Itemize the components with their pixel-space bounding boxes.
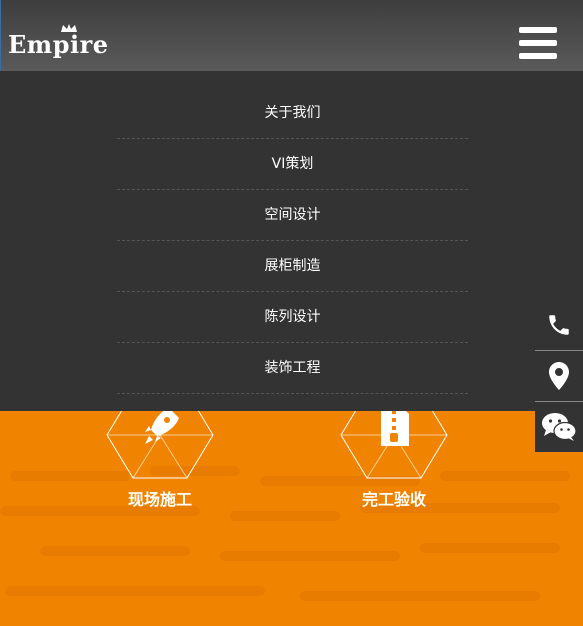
- crown-icon: [61, 24, 77, 32]
- zip-document-icon: [381, 406, 409, 446]
- logo-text: Empire: [8, 30, 109, 59]
- nav-item-space-design[interactable]: 空间设计: [117, 190, 468, 241]
- nav-item-cabinet-manufacturing[interactable]: 展柜制造: [117, 241, 468, 292]
- logo[interactable]: Empire: [8, 24, 109, 59]
- site-header: Empire: [0, 0, 583, 71]
- nav-item-display-design[interactable]: 陈列设计: [117, 292, 468, 343]
- hamburger-menu-icon[interactable]: [519, 27, 557, 59]
- wechat-button[interactable]: [535, 402, 583, 452]
- dropdown-nav-menu: 关于我们 VI策划 空间设计 展柜制造 陈列设计 装饰工程: [0, 71, 583, 411]
- feature-label: 完工验收: [361, 490, 426, 509]
- nav-item-vi-planning[interactable]: VI策划: [117, 139, 468, 190]
- wechat-icon: [542, 413, 577, 441]
- floating-contact-toolbar: [535, 300, 583, 452]
- phone-button[interactable]: [535, 300, 583, 351]
- location-button[interactable]: [535, 351, 583, 402]
- feature-label: 现场施工: [127, 490, 192, 509]
- location-pin-icon: [549, 362, 569, 390]
- phone-icon: [549, 315, 569, 335]
- nav-item-about[interactable]: 关于我们: [117, 88, 468, 139]
- nav-item-decoration-engineering[interactable]: 装饰工程: [117, 343, 468, 394]
